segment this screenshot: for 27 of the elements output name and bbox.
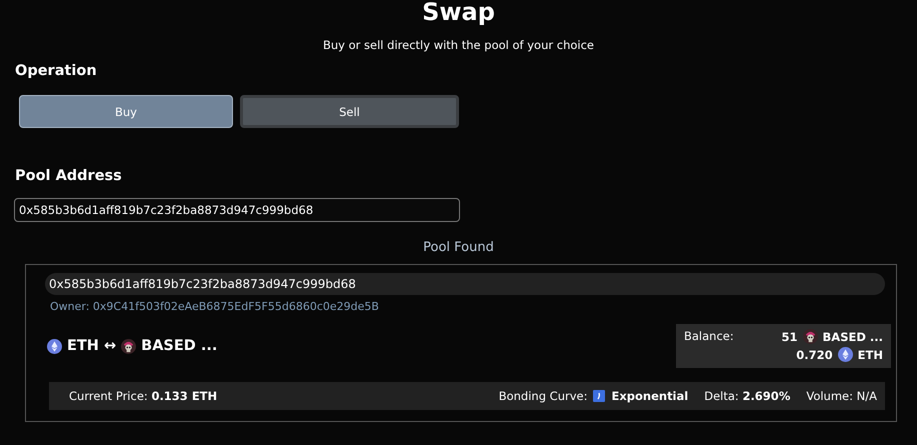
delta-text: Delta: 2.690% [704, 389, 790, 403]
section-heading: Pool Address [15, 168, 123, 184]
token-label: BASED ... [822, 330, 883, 344]
price-text: Current Price: 0.133 ETH [69, 389, 218, 403]
status-text: Pool Found [423, 240, 494, 255]
operation-button[interactable]: Sell [240, 95, 459, 128]
token-amount: 51 [782, 330, 798, 344]
volume-text: Volume: N/A [806, 389, 877, 403]
curve-value: Exponential [611, 389, 688, 403]
ethereum-icon [838, 347, 853, 362]
balance-label: Balance: [684, 329, 734, 345]
skull-icon [802, 329, 818, 344]
curve-icon [593, 390, 606, 402]
pair-label: ETH ↔ [67, 338, 116, 354]
curve-label: Bonding Curve: [498, 389, 588, 403]
token-label: BASED ... [141, 338, 218, 354]
eth-label: ETH [858, 348, 883, 362]
skull-icon [121, 338, 136, 354]
page-title: Swap [421, 0, 496, 27]
page-subtitle: Buy or sell directly with the pool of your choice [322, 38, 595, 52]
section-heading: Operation [15, 63, 98, 79]
ethereum-icon [47, 338, 62, 354]
address-input[interactable]: 0x585b3b6d1aff819b7c23f2ba8873d947c999bd68 [14, 198, 460, 222]
pool-address: 0x585b3b6d1aff819b7c23f2ba8873d947c999bd68 [45, 273, 885, 295]
eth-amount: 0.720 [796, 348, 833, 362]
owner-address: Owner: 0x9C41f503f02eAeB6875EdF5F55d6860c0e29de5B [50, 300, 380, 313]
operation-button[interactable]: Buy [19, 95, 233, 128]
